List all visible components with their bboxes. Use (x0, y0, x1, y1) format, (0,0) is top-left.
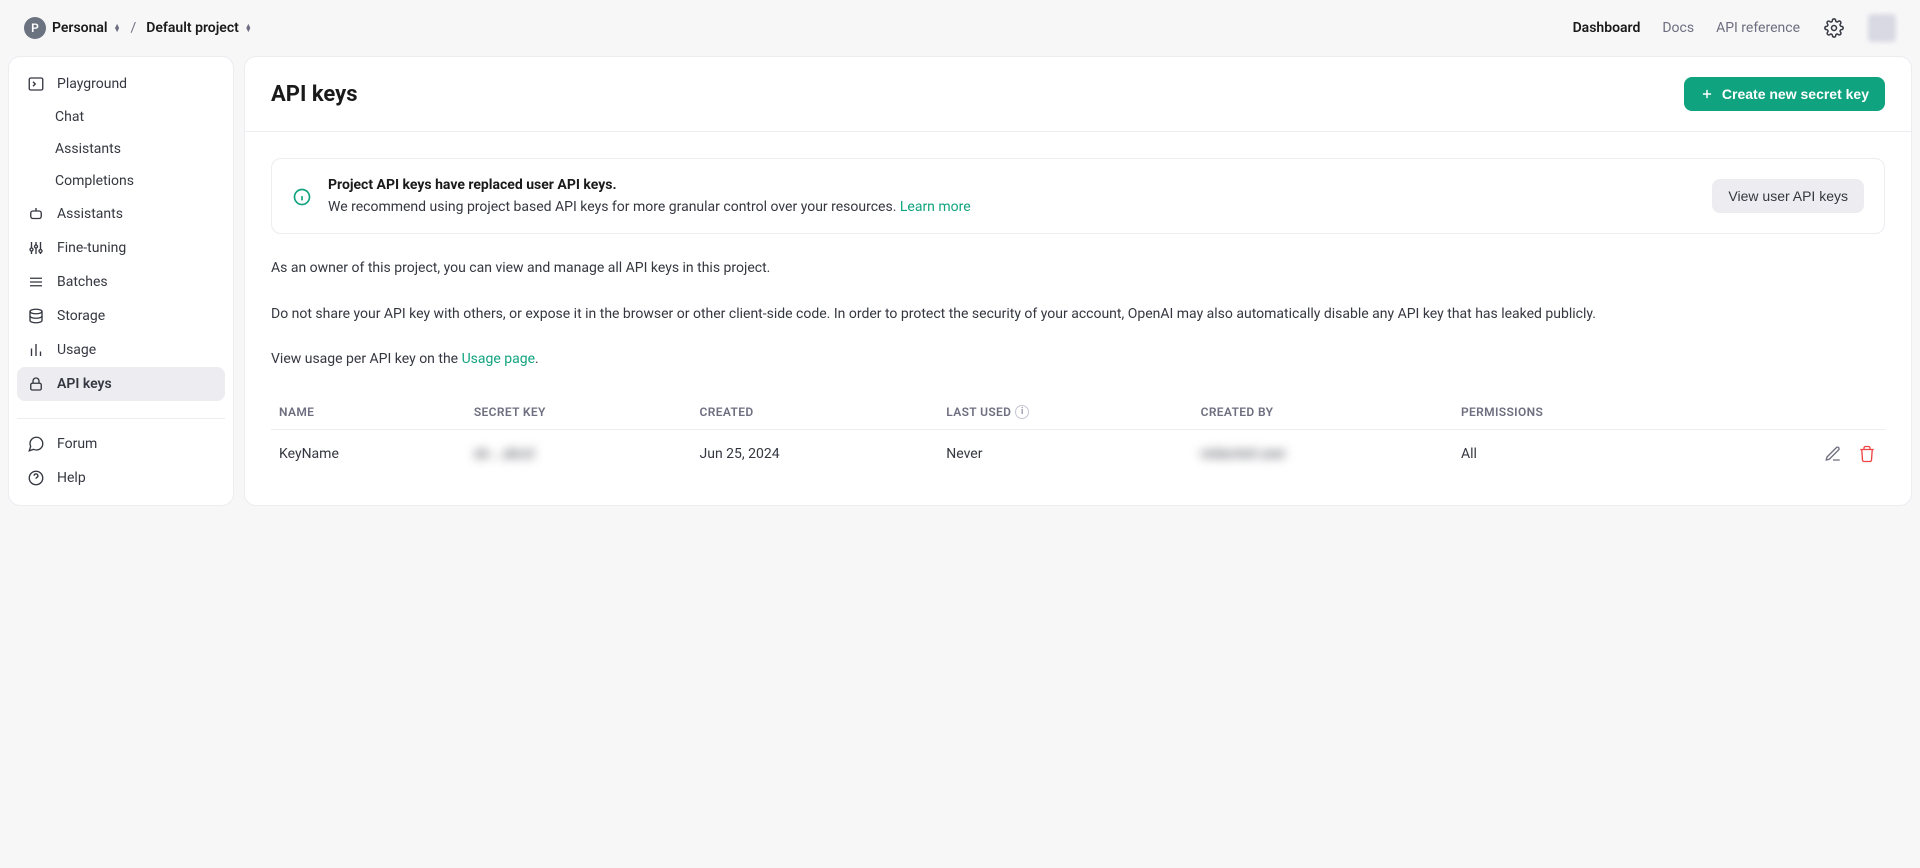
settings-button[interactable] (1822, 16, 1846, 40)
playground-icon (27, 75, 45, 93)
project-name: Default project (146, 20, 239, 36)
banner-title: Project API keys have replaced user API … (328, 177, 1696, 193)
selector-chevron-icon: ▲▼ (245, 24, 252, 32)
cell-secret: sk-...abcd (466, 430, 692, 479)
sidebar-item-help[interactable]: Help (17, 461, 225, 495)
delete-key-button[interactable] (1857, 444, 1877, 464)
learn-more-link[interactable]: Learn more (900, 199, 971, 215)
th-last-used-label: LAST USED (946, 405, 1011, 419)
trash-icon (1858, 445, 1876, 463)
cell-created: Jun 25, 2024 (692, 430, 939, 479)
usage-page-link[interactable]: Usage page (462, 351, 535, 367)
edit-icon (1824, 445, 1842, 463)
sidebar-item-usage[interactable]: Usage (17, 333, 225, 367)
sidebar: Playground Chat Assistants Completions A… (8, 56, 234, 506)
sidebar-item-batches[interactable]: Batches (17, 265, 225, 299)
view-user-api-keys-button[interactable]: View user API keys (1712, 179, 1864, 213)
selector-chevron-icon: ▲▼ (114, 24, 121, 32)
create-secret-key-button[interactable]: Create new secret key (1684, 77, 1885, 111)
breadcrumb-separator: / (131, 20, 137, 36)
sidebar-item-label: Batches (57, 274, 108, 290)
top-nav: Dashboard Docs API reference (1573, 14, 1896, 42)
page-title: API keys (271, 82, 358, 107)
table-row: KeyName sk-...abcd Jun 25, 2024 Never re… (271, 430, 1885, 479)
sidebar-item-assistants-sub[interactable]: Assistants (17, 133, 225, 165)
forum-icon (27, 435, 45, 453)
help-icon (27, 469, 45, 487)
sidebar-item-label: Storage (57, 308, 105, 324)
th-created: CREATED (692, 395, 939, 430)
topbar: P Personal ▲▼ / Default project ▲▼ Dashb… (0, 0, 1920, 56)
sidebar-item-api-keys[interactable]: API keys (17, 367, 225, 401)
sidebar-item-completions[interactable]: Completions (17, 165, 225, 197)
sidebar-item-label: Playground (57, 76, 127, 92)
sidebar-item-label: Chat (55, 109, 84, 125)
sidebar-item-label: Help (57, 470, 86, 486)
sidebar-item-label: Fine-tuning (57, 240, 126, 256)
lock-icon (27, 375, 45, 393)
gear-icon (1824, 18, 1844, 38)
org-selector[interactable]: P Personal ▲▼ (24, 17, 121, 39)
sidebar-item-label: Usage (57, 342, 96, 358)
cell-created-by: redacted user (1193, 430, 1453, 479)
nav-link-dashboard[interactable]: Dashboard (1573, 20, 1641, 36)
sidebar-item-playground[interactable]: Playground (17, 67, 225, 101)
main-panel: API keys Create new secret key Project A… (244, 56, 1912, 506)
page-header: API keys Create new secret key (245, 57, 1911, 132)
th-last-used: LAST USED i (938, 395, 1192, 430)
th-created-by: CREATED BY (1193, 395, 1453, 430)
description-paragraph-2: Do not share your API key with others, o… (271, 304, 1885, 326)
cell-name: KeyName (271, 430, 466, 479)
cell-last-used: Never (938, 430, 1192, 479)
storage-icon (27, 307, 45, 325)
th-actions (1705, 395, 1885, 430)
description-paragraph-1: As an owner of this project, you can vie… (271, 258, 1885, 280)
button-label: Create new secret key (1722, 86, 1869, 102)
sidebar-item-forum[interactable]: Forum (17, 427, 225, 461)
info-banner: Project API keys have replaced user API … (271, 158, 1885, 234)
sidebar-item-label: Assistants (57, 206, 123, 222)
description-paragraph-3: View usage per API key on the Usage page… (271, 349, 1885, 371)
project-selector[interactable]: Default project ▲▼ (146, 20, 251, 36)
nav-link-api-reference[interactable]: API reference (1716, 20, 1800, 36)
sidebar-item-assistants[interactable]: Assistants (17, 197, 225, 231)
api-keys-table: NAME SECRET KEY CREATED LAST USED i CREA… (271, 395, 1885, 479)
sidebar-item-storage[interactable]: Storage (17, 299, 225, 333)
sidebar-item-label: API keys (57, 376, 112, 392)
sidebar-item-label: Forum (57, 436, 97, 452)
assistants-icon (27, 205, 45, 223)
breadcrumb: P Personal ▲▼ / Default project ▲▼ (24, 17, 252, 39)
usage-icon (27, 341, 45, 359)
cell-actions (1705, 430, 1885, 479)
user-avatar[interactable] (1868, 14, 1896, 42)
sidebar-item-fine-tuning[interactable]: Fine-tuning (17, 231, 225, 265)
th-name: NAME (271, 395, 466, 430)
sidebar-item-chat[interactable]: Chat (17, 101, 225, 133)
para3-pre: View usage per API key on the (271, 351, 462, 367)
th-permissions: PERMISSIONS (1453, 395, 1705, 430)
banner-subtitle-text: We recommend using project based API key… (328, 199, 900, 215)
th-secret: SECRET KEY (466, 395, 692, 430)
sidebar-item-label: Completions (55, 173, 134, 189)
batches-icon (27, 273, 45, 291)
banner-subtitle: We recommend using project based API key… (328, 199, 1696, 215)
cell-permissions: All (1453, 430, 1705, 479)
org-name: Personal (52, 20, 108, 36)
para3-post: . (535, 351, 539, 367)
info-icon[interactable]: i (1015, 405, 1029, 419)
nav-link-docs[interactable]: Docs (1662, 20, 1694, 36)
edit-key-button[interactable] (1823, 444, 1843, 464)
org-badge: P (24, 17, 46, 39)
info-icon (292, 187, 312, 207)
plus-icon (1700, 87, 1714, 101)
fine-tuning-icon (27, 239, 45, 257)
sidebar-item-label: Assistants (55, 141, 121, 157)
